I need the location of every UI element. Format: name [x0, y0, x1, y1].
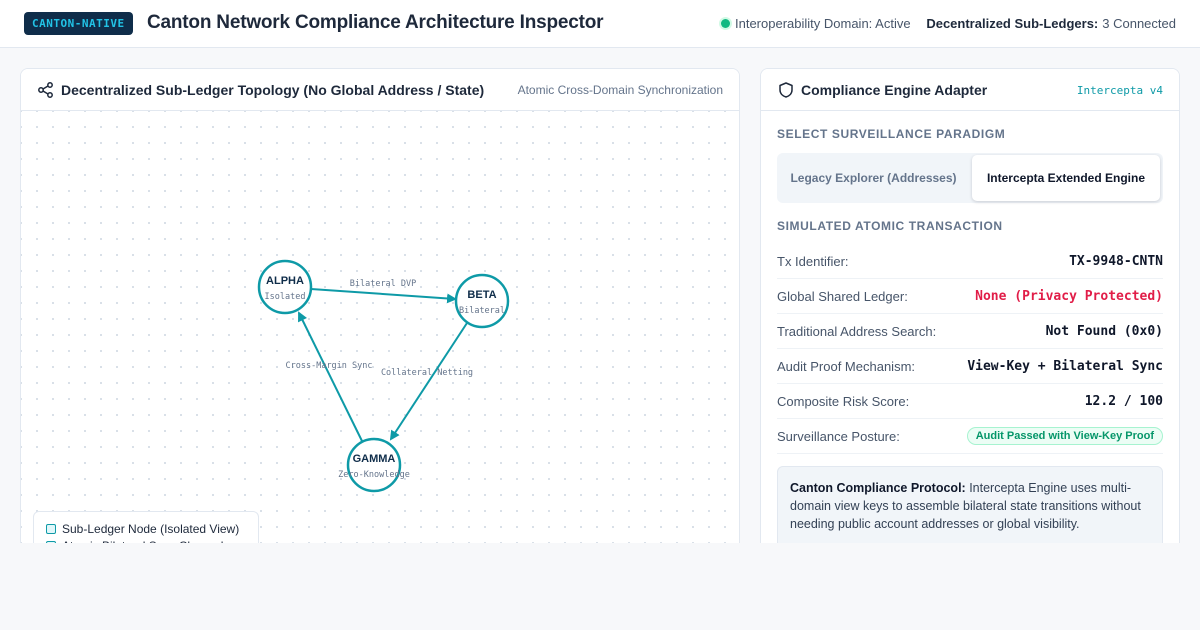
topology-canvas[interactable]: Bilateral DVP Collateral Netting Cross-M…: [21, 111, 739, 587]
shield-icon: [779, 82, 793, 98]
node-gamma-name: GAMMA: [353, 453, 396, 465]
node-gamma-role: Zero-Knowledge: [338, 470, 410, 480]
topology-panel: Decentralized Sub-Ledger Topology (No Gl…: [20, 68, 740, 588]
tx-row-audit: Audit Proof Mechanism: View-Key + Bilate…: [777, 349, 1163, 384]
subledgers-value: 3 Connected: [1102, 16, 1176, 31]
tx-row-ledger: Global Shared Ledger: None (Privacy Prot…: [777, 279, 1163, 314]
node-gamma[interactable]: GAMMA Zero-Knowledge: [338, 437, 410, 493]
subledgers-label: Decentralized Sub-Ledgers:: [926, 16, 1099, 31]
tx-row-posture: Surveillance Posture: Audit Passed with …: [777, 419, 1163, 454]
page-background-strip: [0, 543, 1200, 630]
edge-label-alpha-beta: Bilateral DVP: [350, 279, 417, 289]
tx-key: Traditional Address Search:: [777, 323, 937, 339]
engine-version: Intercepta v4: [1076, 84, 1163, 97]
compliance-title: Compliance Engine Adapter: [801, 82, 988, 98]
tx-details-table: Tx Identifier: TX-9948-CNTN Global Share…: [777, 244, 1163, 454]
domain-status-text: Interoperability Domain: Active: [735, 16, 911, 31]
tx-key: Tx Identifier:: [777, 253, 849, 269]
tx-audit-value: View-Key + Bilateral Sync: [967, 358, 1163, 374]
protocol-title: Canton Compliance Protocol:: [790, 481, 970, 495]
legend-item-node: Sub-Ledger Node (Isolated View): [46, 520, 246, 537]
node-beta[interactable]: BETA Bilateral: [454, 273, 510, 329]
legend-node-label: Sub-Ledger Node (Isolated View): [62, 521, 240, 536]
tx-section-label: SIMULATED ATOMIC TRANSACTION: [777, 219, 1003, 233]
tx-address-search-value: Not Found (0x0): [1045, 323, 1163, 339]
tx-row-identifier: Tx Identifier: TX-9948-CNTN: [777, 244, 1163, 279]
tx-key: Audit Proof Mechanism:: [777, 358, 916, 374]
node-alpha[interactable]: ALPHA Isolated: [257, 259, 313, 315]
topology-panel-header: Decentralized Sub-Ledger Topology (No Gl…: [21, 69, 739, 111]
subledgers-summary: Decentralized Sub-Ledgers: 3 Connected: [926, 16, 1176, 31]
tx-row-address-search: Traditional Address Search: Not Found (0…: [777, 314, 1163, 349]
tx-ledger-value: None (Privacy Protected): [975, 288, 1163, 304]
compliance-panel: Compliance Engine Adapter Intercepta v4 …: [760, 68, 1180, 588]
tx-key: Surveillance Posture:: [777, 428, 900, 444]
node-alpha-role: Isolated: [265, 292, 306, 302]
tx-risk-value: 12.2 / 100: [1084, 393, 1163, 409]
edge-alpha-beta[interactable]: [310, 288, 457, 304]
paradigm-option-legacy[interactable]: Legacy Explorer (Addresses): [779, 155, 968, 201]
app-title: Canton Network Compliance Architecture I…: [147, 12, 604, 33]
share-network-icon: [38, 82, 53, 98]
brand-badge: CANTON-NATIVE: [24, 12, 133, 35]
tx-identifier-value: TX-9948-CNTN: [1069, 253, 1163, 269]
legend-node-swatch: [46, 523, 56, 534]
domain-status: Interoperability Domain: Active: [721, 16, 911, 31]
node-alpha-name: ALPHA: [266, 275, 304, 287]
posture-status-badge: Audit Passed with View-Key Proof: [966, 427, 1163, 445]
edge-label-beta-gamma: Collateral Netting: [381, 368, 473, 378]
topology-subtitle: Atomic Cross-Domain Synchronization: [517, 83, 723, 97]
paradigm-section-label: SELECT SURVEILLANCE PARADIGM: [777, 127, 1006, 141]
node-beta-role: Bilateral: [459, 306, 505, 316]
edge-beta-gamma[interactable]: [389, 322, 468, 441]
status-dot-icon: [721, 19, 730, 28]
node-beta-name: BETA: [467, 289, 496, 301]
compliance-panel-header: Compliance Engine Adapter Intercepta v4: [761, 69, 1179, 111]
paradigm-option-intercepta[interactable]: Intercepta Extended Engine: [972, 155, 1160, 201]
tx-row-risk: Composite Risk Score: 12.2 / 100: [777, 384, 1163, 419]
tx-key: Composite Risk Score:: [777, 393, 910, 409]
tx-key: Global Shared Ledger:: [777, 288, 908, 304]
top-bar: CANTON-NATIVE Canton Network Compliance …: [0, 0, 1200, 48]
edge-gamma-alpha[interactable]: [298, 311, 363, 442]
topology-title: Decentralized Sub-Ledger Topology (No Gl…: [61, 82, 485, 98]
edge-label-gamma-alpha: Cross-Margin Sync: [286, 361, 373, 371]
paradigm-selector[interactable]: Legacy Explorer (Addresses) Intercepta E…: [777, 153, 1163, 203]
